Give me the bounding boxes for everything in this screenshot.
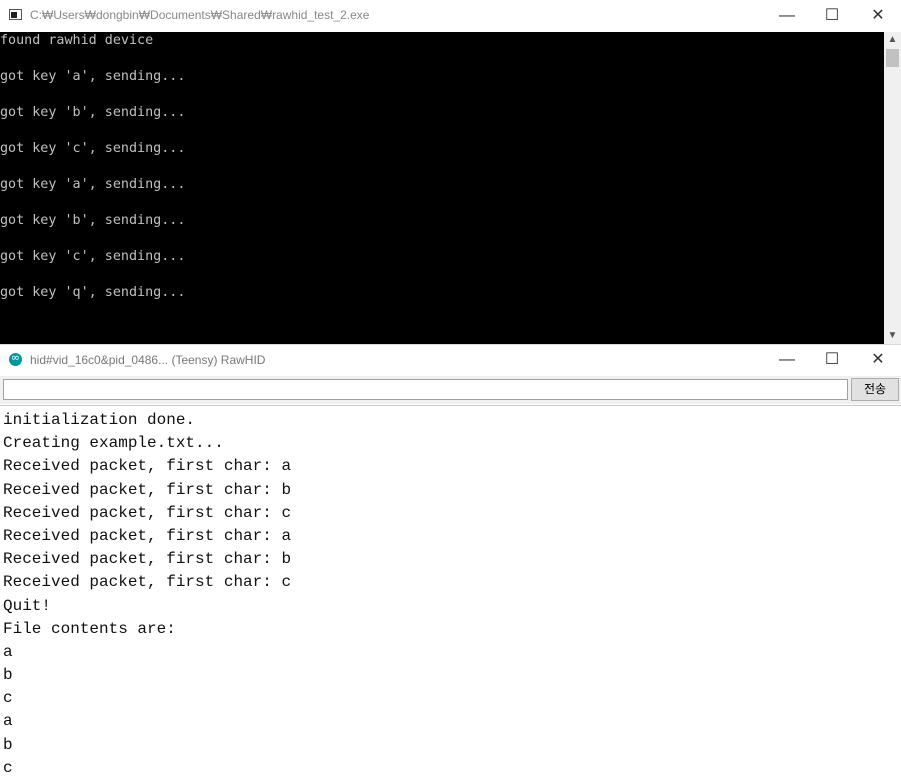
console-line: got key 'c', sending... <box>0 249 186 264</box>
serial-line: b <box>3 735 13 754</box>
serial-line: Received packet, first char: b <box>3 480 292 499</box>
arduino-icon <box>9 351 22 366</box>
console-maximize-button[interactable]: ☐ <box>809 0 855 31</box>
serial-output[interactable]: initialization done. Creating example.tx… <box>0 405 901 783</box>
serial-line: Received packet, first char: c <box>3 573 292 592</box>
console-line: got key 'b', sending... <box>0 105 186 120</box>
send-button[interactable]: 전송 <box>851 378 899 401</box>
send-input[interactable] <box>3 379 848 400</box>
serial-line: initialization done. <box>3 411 196 429</box>
console-app-icon <box>9 9 22 20</box>
console-line: got key 'b', sending... <box>0 213 186 228</box>
console-minimize-button[interactable]: — <box>764 0 810 31</box>
console-line: got key 'a', sending... <box>0 177 186 192</box>
serial-line: b <box>3 666 13 685</box>
scrollbar-thumb[interactable] <box>886 49 899 67</box>
serial-line: Received packet, first char: a <box>3 526 292 545</box>
serial-line: Received packet, first char: b <box>3 550 292 569</box>
console-window: C:₩Users₩dongbin₩Documents₩Shared₩rawhid… <box>0 0 901 344</box>
serial-minimize-button[interactable]: — <box>764 344 810 375</box>
serial-close-button[interactable]: ✕ <box>855 344 901 375</box>
serial-line: a <box>3 712 13 731</box>
serial-window-title: hid#vid_16c0&pid_0486... (Teensy) RawHID <box>30 353 266 367</box>
serial-line: Received packet, first char: c <box>3 503 292 522</box>
console-window-title: C:₩Users₩dongbin₩Documents₩Shared₩rawhid… <box>30 8 370 22</box>
serial-title-bar[interactable]: hid#vid_16c0&pid_0486... (Teensy) RawHID… <box>0 345 901 375</box>
serial-line: Creating example.txt... <box>3 434 224 453</box>
scroll-up-icon[interactable]: ▲ <box>884 32 901 48</box>
serial-line: c <box>3 758 13 777</box>
console-close-button[interactable]: ✕ <box>855 0 901 31</box>
console-scrollbar[interactable]: ▲ ▼ <box>884 32 901 344</box>
console-title-bar[interactable]: C:₩Users₩dongbin₩Documents₩Shared₩rawhid… <box>0 0 901 31</box>
serial-line: a <box>3 642 13 661</box>
console-line: got key 'q', sending... <box>0 285 186 300</box>
console-line: got key 'a', sending... <box>0 69 186 84</box>
serial-line: Quit! <box>3 596 52 615</box>
scroll-down-icon[interactable]: ▼ <box>884 328 901 344</box>
console-line: got key 'c', sending... <box>0 141 186 156</box>
serial-line: File contents are: <box>3 619 176 638</box>
console-output[interactable]: found rawhid device got key 'a', sending… <box>0 32 884 344</box>
serial-line: c <box>3 689 13 708</box>
serial-monitor-window: hid#vid_16c0&pid_0486... (Teensy) RawHID… <box>0 344 901 783</box>
serial-maximize-button[interactable]: ☐ <box>809 344 855 375</box>
serial-line: Received packet, first char: a <box>3 457 292 476</box>
console-line: found rawhid device <box>0 33 154 48</box>
send-bar: 전송 <box>0 376 901 404</box>
